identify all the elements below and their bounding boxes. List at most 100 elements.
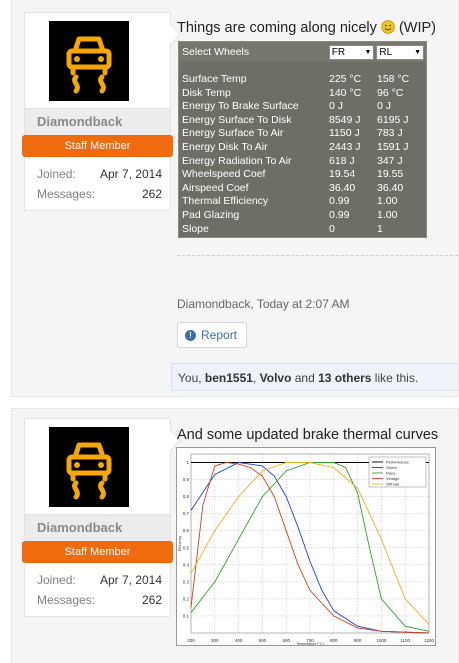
wheel-row-value-b: 96 °C (377, 86, 404, 99)
wheel-select-a[interactable]: FR ▼ (328, 44, 375, 60)
chevron-down-icon: ▼ (414, 48, 422, 56)
chevron-down-icon: ▼ (364, 48, 372, 56)
wheel-row-value-b: 1 (377, 222, 383, 235)
wheel-row-name: Pad Glazing (182, 208, 240, 221)
avatar-frame (24, 12, 171, 109)
report-button[interactable]: ! Report (177, 322, 247, 348)
likes-others-link[interactable]: 13 others (318, 371, 371, 385)
wheel-row-value-b: 1.00 (377, 195, 398, 208)
wheel-data-row: Slope 0 1 (182, 223, 426, 237)
x-tick-label: 1200 (424, 638, 435, 643)
wheel-select-b-value: RL (379, 46, 393, 58)
staff-member-badge: Staff Member (22, 135, 173, 157)
messages-label: Messages: (37, 187, 96, 201)
likes-summary: You, ben1551, Volvo and 13 others like t… (171, 363, 458, 391)
user-info: Joined: Apr 7, 2014 Messages: 262 (24, 563, 171, 617)
user-info: Joined: Apr 7, 2014 Messages: 262 (24, 157, 171, 211)
messages-label: Messages: (37, 593, 96, 607)
wheel-row-value-a: 225 °C (329, 73, 362, 85)
joined-value: Apr 7, 2014 (99, 167, 162, 181)
wheel-data-row: Energy To Brake Surface 0 J 0 J (182, 100, 426, 114)
wheel-row-value-b: 0 J (377, 100, 392, 113)
wheel-row-name: Disk Temp (182, 86, 231, 99)
post-title-text: Things are coming along nicely (177, 20, 377, 36)
x-tick-label: 600 (282, 638, 290, 643)
y-tick-label: 0.3 (183, 579, 190, 584)
wheel-data-row: Pad Glazing 0.99 1.00 (182, 209, 426, 223)
wheel-row-value-b: 158 °C (377, 73, 410, 85)
post-1: Diamondback Staff Member Joined: Apr 7, … (11, 0, 459, 397)
avatar-frame (24, 418, 171, 515)
messages-value[interactable]: 262 (142, 590, 162, 610)
wheel-row-value-b: 19.55 (377, 168, 404, 181)
x-tick-label: 500 (259, 638, 267, 643)
wheel-row-value-a: 2443 J (329, 140, 361, 153)
likes-suffix: like this. (371, 371, 419, 385)
x-tick-label: 1100 (400, 638, 410, 643)
wheel-row-value-a: 0 J (329, 100, 344, 113)
wheel-row-name: Energy Disk To Air (182, 140, 268, 153)
messages-value[interactable]: 262 (142, 184, 162, 204)
post-title: Things are coming along nicely (WIP) (177, 20, 436, 38)
joined-value: Apr 7, 2014 (99, 573, 162, 587)
wheel-row-value-a: 36.40 (329, 181, 356, 194)
likes-prefix: You, (178, 371, 205, 385)
wheel-data-row: Energy Surface To Disk 8549 J 6195 J (182, 114, 426, 128)
post-author-date[interactable]: Diamondback, Today at 2:07 AM (177, 297, 350, 311)
wheel-row-value-a: 8549 J (329, 113, 361, 126)
messages-row: Messages: 262 (37, 184, 162, 204)
y-tick-label: 0.4 (183, 562, 190, 567)
x-tick-label: 400 (235, 638, 243, 643)
legend-label: Street (386, 465, 398, 470)
wheel-select-a-value: FR (331, 46, 346, 58)
wheel-row-value-a: 0.99 (329, 208, 350, 221)
wheel-select-b[interactable]: RL ▼ (376, 44, 425, 60)
post-title: And some updated brake thermal curves (177, 427, 439, 443)
joined-row: Joined: Apr 7, 2014 (37, 164, 162, 184)
y-tick-label: 1 (186, 460, 189, 465)
joined-label: Joined: (37, 167, 76, 181)
y-tick-label: 0.1 (183, 613, 190, 618)
legend-label: Race (386, 471, 396, 476)
avatar[interactable] (49, 427, 129, 507)
avatar[interactable] (49, 21, 129, 101)
joined-label: Joined: (37, 573, 76, 587)
wheel-data-row: Energy Disk To Air 2443 J 1591 J (182, 141, 426, 155)
username[interactable]: Diamondback (24, 515, 171, 541)
wheel-row-value-a: 140 °C (329, 86, 362, 99)
wheel-row-value-a: 618 J (329, 154, 355, 167)
legend-label: Performance (386, 460, 410, 465)
wheel-row-value-b: 347 J (377, 154, 403, 167)
traction-control-icon (49, 427, 129, 507)
like-user-volvo[interactable]: Volvo (260, 371, 292, 385)
staff-member-badge: Staff Member (22, 541, 173, 563)
wheel-row-value-b: 36.40 (377, 181, 404, 194)
wheel-row-name: Wheelspeed Coef (182, 168, 266, 181)
wheel-row-name: Surface Temp (182, 73, 247, 85)
wheel-row-name: Slope (182, 222, 209, 235)
wheel-data-row: Energy Radiation To Air 618 J 347 J (182, 155, 426, 169)
chart-svg: 200 300 400 500 600 700 800 900 1000 1100 12000.10… (178, 453, 435, 645)
x-tick-label: 1000 (376, 638, 387, 643)
wheel-row-name: Energy Surface To Disk (182, 113, 292, 126)
y-tick-label: 0.8 (183, 494, 190, 499)
wheel-data-row: Energy Surface To Air 1150 J 783 J (182, 127, 426, 141)
joined-row: Joined: Apr 7, 2014 (37, 570, 162, 590)
x-tick-label: 800 (330, 638, 338, 643)
legend-label: Offroad (386, 482, 399, 487)
wheel-row-value-a: 19.54 (329, 168, 356, 181)
wheel-row-value-b: 783 J (377, 127, 403, 140)
legend-label: Vintage (386, 476, 400, 481)
y-tick-label: 0.2 (183, 596, 190, 601)
y-tick-label: 0.5 (183, 545, 190, 550)
info-icon: ! (185, 329, 196, 341)
wheel-row-value-a: 1150 J (329, 127, 360, 140)
wheel-data-row: Surface Temp 225 °C 158 °C (182, 73, 426, 87)
like-user-ben1551[interactable]: ben1551 (205, 371, 253, 385)
x-tick-label: 300 (211, 638, 219, 643)
y-axis-label: Efficiency (178, 536, 182, 552)
username[interactable]: Diamondback (24, 109, 171, 135)
user-block: Diamondback Staff Member Joined: Apr 7, … (22, 12, 173, 211)
wheel-row-value-b: 1591 J (377, 140, 409, 153)
likes-sep: , (252, 371, 260, 385)
